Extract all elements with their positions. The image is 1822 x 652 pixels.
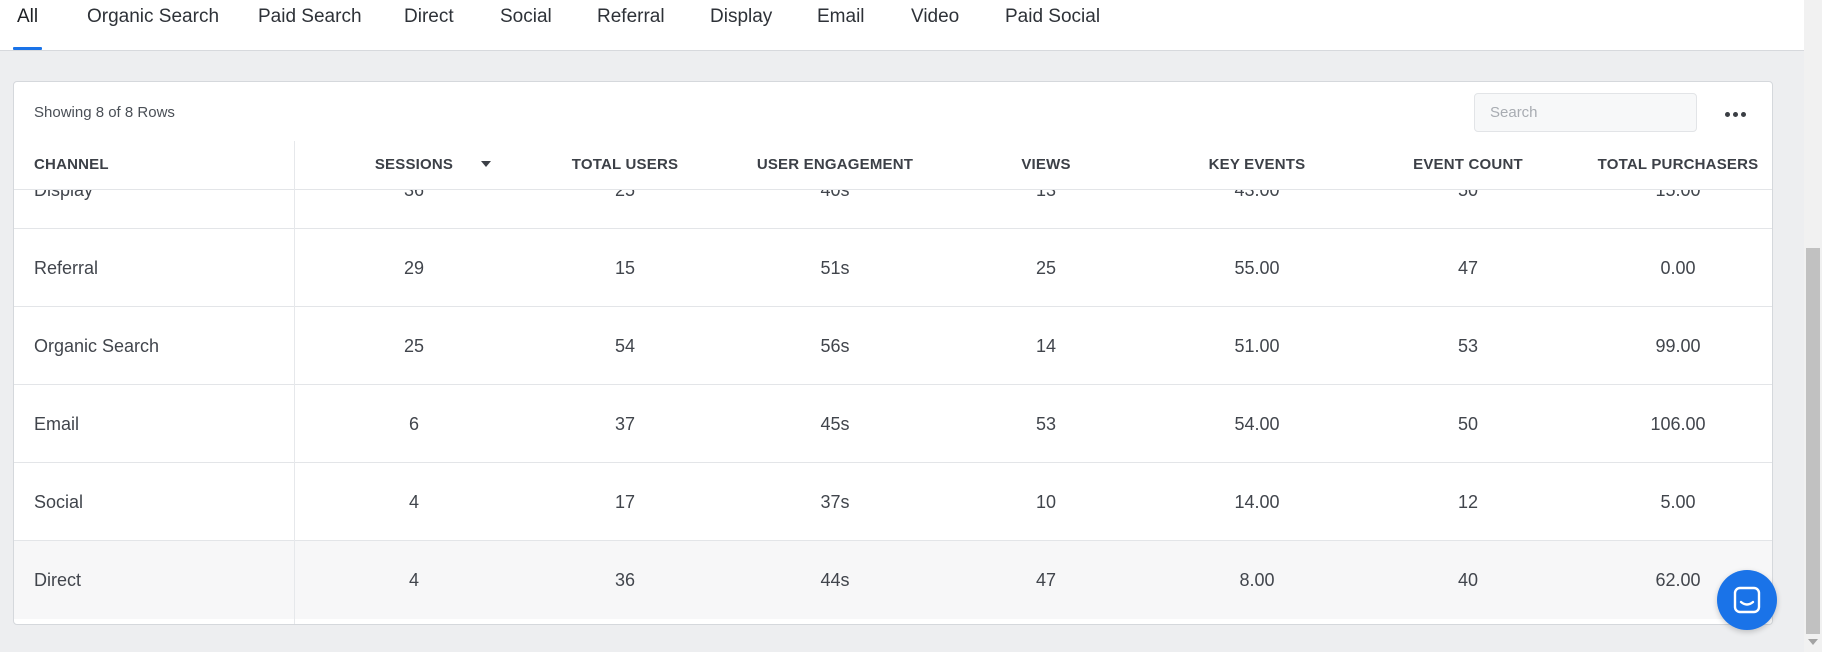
cell-key-events: 54.00 bbox=[1234, 414, 1280, 434]
cell-total-purchasers: 99.00 bbox=[1655, 336, 1701, 356]
cell-sessions: 29 bbox=[403, 258, 425, 278]
active-tab-indicator bbox=[13, 47, 42, 50]
cell-total-users: 37 bbox=[614, 414, 636, 434]
cell-event-count: 50 bbox=[1457, 190, 1479, 200]
table-row[interactable]: Organic Search 25 54 56s 14 51.00 53 99.00 bbox=[14, 307, 1772, 385]
scrollbar-thumb[interactable] bbox=[1806, 248, 1820, 634]
cell-total-users: 17 bbox=[614, 492, 636, 512]
tab-paid-social[interactable]: Paid Social bbox=[1005, 0, 1100, 50]
cell-key-events: 55.00 bbox=[1234, 258, 1280, 278]
table-row[interactable]: Direct 4 36 44s 47 8.00 40 62.00 bbox=[14, 541, 1772, 619]
cell-sessions: 4 bbox=[408, 570, 419, 590]
cell-user-engagement: 51s bbox=[820, 258, 850, 278]
table-row[interactable]: Referral 29 15 51s 25 55.00 47 0.00 bbox=[14, 229, 1772, 307]
column-header-user-engagement[interactable]: USER ENGAGEMENT bbox=[725, 141, 945, 189]
chat-button[interactable] bbox=[1717, 570, 1777, 630]
table-row[interactable]: Email 6 37 45s 53 54.00 50 106.00 bbox=[14, 385, 1772, 463]
cell-user-engagement: 45s bbox=[820, 414, 850, 434]
cell-user-engagement: 44s bbox=[820, 570, 850, 590]
tab-display[interactable]: Display bbox=[710, 0, 772, 50]
cell-event-count: 47 bbox=[1457, 258, 1479, 278]
tab-organic-search[interactable]: Organic Search bbox=[87, 0, 219, 50]
cell-views: 53 bbox=[1035, 414, 1057, 434]
cell-sessions: 25 bbox=[403, 336, 425, 356]
column-header-views[interactable]: VIEWS bbox=[946, 141, 1146, 189]
table-row[interactable]: Display 36 25 40s 13 43.00 50 15.00 bbox=[14, 190, 1772, 229]
cell-channel: Display bbox=[34, 190, 94, 200]
chat-icon bbox=[1733, 586, 1761, 614]
cell-sessions: 6 bbox=[408, 414, 419, 434]
search-input[interactable] bbox=[1474, 93, 1697, 132]
tab-email[interactable]: Email bbox=[817, 0, 865, 50]
cell-total-users: 36 bbox=[614, 570, 636, 590]
cell-sessions: 4 bbox=[408, 492, 419, 512]
table-header: CHANNEL SESSIONS TOTAL USERS USER ENGAGE… bbox=[14, 141, 1772, 190]
cell-user-engagement: 40s bbox=[820, 190, 850, 200]
more-horizontal-icon-dot bbox=[1732, 111, 1738, 117]
channel-tabs: All Organic Search Paid Search Direct So… bbox=[0, 0, 1804, 51]
scroll-down-arrow-icon[interactable] bbox=[1808, 639, 1818, 645]
cell-key-events: 8.00 bbox=[1239, 570, 1275, 590]
cell-channel: Organic Search bbox=[34, 336, 160, 356]
row-count-text: Showing 8 of 8 Rows bbox=[34, 104, 175, 121]
cell-channel: Referral bbox=[34, 258, 99, 278]
column-divider bbox=[294, 141, 295, 624]
column-header-total-purchasers[interactable]: TOTAL PURCHASERS bbox=[1568, 141, 1772, 189]
cell-total-users: 15 bbox=[614, 258, 636, 278]
cell-channel: Direct bbox=[34, 570, 82, 590]
tab-all[interactable]: All bbox=[17, 0, 38, 50]
more-horizontal-icon bbox=[1724, 111, 1730, 117]
tab-referral[interactable]: Referral bbox=[597, 0, 665, 50]
cell-event-count: 50 bbox=[1457, 414, 1479, 434]
cell-views: 25 bbox=[1035, 258, 1057, 278]
channel-table-card: Showing 8 of 8 Rows CHANNEL SESSIONS TOT… bbox=[13, 81, 1773, 625]
cell-total-purchasers: 0.00 bbox=[1660, 258, 1696, 278]
column-header-total-users[interactable]: TOTAL USERS bbox=[525, 141, 725, 189]
more-horizontal-icon-dot bbox=[1740, 111, 1746, 117]
cell-views: 10 bbox=[1035, 492, 1057, 512]
cell-sessions: 36 bbox=[403, 190, 425, 200]
cell-key-events: 51.00 bbox=[1234, 336, 1280, 356]
cell-user-engagement: 37s bbox=[820, 492, 850, 512]
cell-total-purchasers: 5.00 bbox=[1660, 492, 1696, 512]
column-header-channel[interactable]: CHANNEL bbox=[34, 141, 234, 189]
cell-views: 47 bbox=[1035, 570, 1057, 590]
more-options-button[interactable] bbox=[1720, 102, 1750, 126]
cell-user-engagement: 56s bbox=[820, 336, 850, 356]
tab-video[interactable]: Video bbox=[911, 0, 959, 50]
column-header-key-events[interactable]: KEY EVENTS bbox=[1157, 141, 1357, 189]
cell-channel: Email bbox=[34, 414, 80, 434]
tab-direct[interactable]: Direct bbox=[404, 0, 454, 50]
tab-paid-search[interactable]: Paid Search bbox=[258, 0, 362, 50]
cell-event-count: 12 bbox=[1457, 492, 1479, 512]
cell-total-users: 54 bbox=[614, 336, 636, 356]
cell-event-count: 40 bbox=[1457, 570, 1479, 590]
cell-views: 13 bbox=[1035, 190, 1057, 200]
cell-total-purchasers: 106.00 bbox=[1650, 414, 1706, 434]
table-row[interactable]: Social 4 17 37s 10 14.00 12 5.00 bbox=[14, 463, 1772, 541]
cell-channel: Social bbox=[34, 492, 84, 512]
cell-key-events: 14.00 bbox=[1234, 492, 1280, 512]
cell-key-events: 43.00 bbox=[1234, 190, 1280, 200]
caret-down-icon[interactable] bbox=[481, 161, 491, 167]
column-header-event-count[interactable]: EVENT COUNT bbox=[1368, 141, 1568, 189]
cell-views: 14 bbox=[1035, 336, 1057, 356]
cell-event-count: 53 bbox=[1457, 336, 1479, 356]
tab-social[interactable]: Social bbox=[500, 0, 552, 50]
table-body: Display 36 25 40s 13 43.00 50 15.00 Referral 29 15… bbox=[14, 190, 1772, 624]
cell-total-purchasers: 15.00 bbox=[1655, 190, 1701, 200]
cell-total-users: 25 bbox=[614, 190, 636, 200]
